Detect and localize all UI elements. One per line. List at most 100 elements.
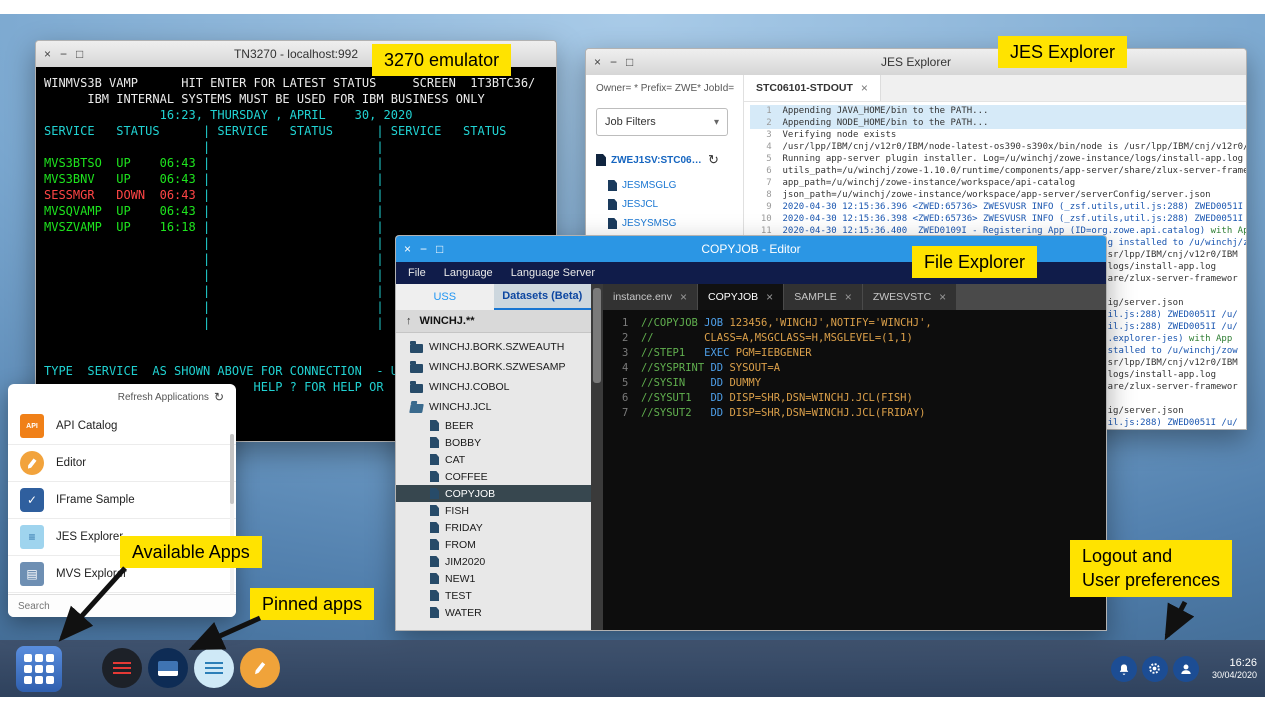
minimize-icon[interactable]: − bbox=[60, 48, 67, 60]
jes-tabstrip: STC06101-STDOUT × bbox=[744, 75, 1246, 102]
pinned-tn3270-icon[interactable] bbox=[102, 648, 142, 688]
tab-datasets[interactable]: Datasets (Beta) bbox=[494, 284, 592, 310]
text-line: 5 Running app-server plugin installer. L… bbox=[750, 153, 1246, 165]
editor-tabstrip: instance.env × COPYJOB × SAMPLE × bbox=[603, 284, 1106, 310]
dataset-filter-row[interactable]: ↑ WINCHJ.** bbox=[396, 310, 591, 333]
folder-icon bbox=[410, 364, 423, 373]
tree-item[interactable]: COFFEE bbox=[396, 468, 591, 485]
jes-output-tab[interactable]: STC06101-STDOUT × bbox=[744, 75, 881, 101]
jes-job-tree: ZWEJ1SV:STC06101 ↻ JESMSGLG bbox=[596, 152, 735, 233]
menu-language[interactable]: Language bbox=[444, 267, 493, 279]
close-icon[interactable]: × bbox=[939, 290, 946, 304]
code-editor[interactable]: 1 //COPYJOB JOB 123456,'WINCHJ',NOTIFY='… bbox=[603, 310, 1106, 630]
jes-titlebar[interactable]: × − □ JES Explorer bbox=[586, 49, 1246, 76]
folder-icon bbox=[430, 590, 439, 601]
text-line: 7 app_path=/u/winchj/zowe-instance/works… bbox=[750, 177, 1246, 189]
spool-file-item[interactable]: JESMSGLG bbox=[596, 176, 735, 195]
tree-item[interactable]: FISH bbox=[396, 502, 591, 519]
jes-tab-label: STC06101-STDOUT bbox=[756, 82, 853, 94]
text-line: SESSMGR DOWN 06:43 | | bbox=[44, 187, 556, 203]
text-line: 16:23, THURSDAY , APRIL 30, 2020 bbox=[44, 107, 556, 123]
tree-scrollbar[interactable] bbox=[591, 284, 603, 630]
text-line: 7 //SYSUT2 DD DISP=SHR,DSN=WINCHJ.JCL(FR… bbox=[603, 406, 1106, 421]
menu-language-server[interactable]: Language Server bbox=[511, 267, 595, 279]
tree-item[interactable]: WATER bbox=[396, 604, 591, 621]
app-list-item[interactable]: ✓ IFrame Sample bbox=[8, 482, 236, 519]
jes-filter-summary: Owner= * Prefix= ZWE* JobId= bbox=[596, 83, 735, 94]
document-icon bbox=[608, 199, 617, 210]
maximize-icon[interactable]: □ bbox=[76, 48, 83, 60]
folder-icon bbox=[430, 607, 439, 618]
close-icon[interactable]: × bbox=[594, 56, 601, 68]
settings-gear-icon[interactable] bbox=[1142, 656, 1168, 682]
tree-item[interactable]: COPYJOB bbox=[396, 485, 591, 502]
app-list-item[interactable]: Editor bbox=[8, 445, 236, 482]
close-icon[interactable]: × bbox=[44, 48, 51, 60]
text-line: MVS3BNV UP 06:43 | | bbox=[44, 171, 556, 187]
annotation-file-explorer: File Explorer bbox=[912, 246, 1037, 278]
editor-tab[interactable]: COPYJOB × bbox=[698, 284, 783, 310]
launcher-scrollbar[interactable] bbox=[230, 434, 234, 594]
text-line: 8 json_path=/u/winchj/zowe-instance/work… bbox=[750, 189, 1246, 201]
tree-item[interactable]: WINCHJ.JCL bbox=[396, 397, 591, 417]
annotation-3270-emulator: 3270 emulator bbox=[372, 44, 511, 76]
tree-item[interactable]: BEER bbox=[396, 417, 591, 434]
refresh-icon[interactable]: ↻ bbox=[708, 152, 719, 168]
tree-item[interactable]: BOBBY bbox=[396, 434, 591, 451]
text-line: 6 //SYSUT1 DD DISP=SHR,DSN=WINCHJ.JCL(FI… bbox=[603, 391, 1106, 406]
text-line: WINMVS3B VAMP HIT ENTER FOR LATEST STATU… bbox=[44, 75, 556, 91]
tree-item[interactable]: TEST bbox=[396, 587, 591, 604]
tree-item[interactable]: FROM bbox=[396, 536, 591, 553]
text-line: 6 utils_path=/u/winchj/zowe-1.10.0/runti… bbox=[750, 165, 1246, 177]
notifications-bell-icon[interactable] bbox=[1111, 656, 1137, 682]
menu-file[interactable]: File bbox=[408, 267, 426, 279]
dataset-tree: WINCHJ.BORK.SZWEAUTH WINCHJ.BORK.SZWESAM… bbox=[396, 333, 591, 630]
refresh-icon[interactable]: ↻ bbox=[214, 390, 224, 404]
job-icon bbox=[596, 154, 606, 166]
editor-tab[interactable]: SAMPLE × bbox=[784, 284, 862, 310]
tree-item[interactable]: NEW1 bbox=[396, 570, 591, 587]
text-line: 10 2020-04-30 12:15:36.398 <ZWED:65736> … bbox=[750, 213, 1246, 225]
maximize-icon[interactable]: □ bbox=[436, 243, 443, 255]
minimize-icon[interactable]: − bbox=[610, 56, 617, 68]
close-icon[interactable]: × bbox=[861, 81, 868, 95]
maximize-icon[interactable]: □ bbox=[626, 56, 633, 68]
tree-item[interactable]: WINCHJ.BORK.SZWESAMP bbox=[396, 357, 591, 377]
up-arrow-icon[interactable]: ↑ bbox=[406, 315, 412, 327]
tree-item[interactable]: WINCHJ.BORK.SZWEAUTH bbox=[396, 337, 591, 357]
spool-file-item[interactable]: JESJCL bbox=[596, 195, 735, 214]
tree-item[interactable]: CAT bbox=[396, 451, 591, 468]
folder-icon bbox=[430, 556, 439, 567]
editor-tab[interactable]: instance.env × bbox=[603, 284, 697, 310]
close-icon[interactable]: × bbox=[766, 290, 773, 304]
tab-uss[interactable]: USS bbox=[396, 284, 494, 310]
tree-item[interactable]: JIM2020 bbox=[396, 553, 591, 570]
tree-item[interactable]: FRIDAY bbox=[396, 519, 591, 536]
job-tree-root[interactable]: ZWEJ1SV:STC06101 ↻ bbox=[596, 152, 735, 168]
app-icon: API bbox=[20, 414, 44, 438]
job-filters-label: Job Filters bbox=[605, 116, 656, 128]
editor-main: instance.env × COPYJOB × SAMPLE × bbox=[603, 284, 1106, 630]
text-line: MVSZVAMP UP 16:18 | | bbox=[44, 219, 556, 235]
page: × − □ TN3270 - localhost:992 WINMVS3B VA… bbox=[0, 0, 1265, 712]
minimize-icon[interactable]: − bbox=[420, 243, 427, 255]
text-line: 2 // CLASS=A,MSGCLASS=H,MSGLEVEL=(1,1) bbox=[603, 331, 1106, 346]
editor-tab[interactable]: ZWESVSTC × bbox=[863, 284, 956, 310]
folder-icon bbox=[430, 420, 439, 431]
start-button[interactable] bbox=[16, 646, 62, 692]
folder-icon bbox=[430, 437, 439, 448]
clock: 16:26 30/04/2020 bbox=[1212, 656, 1257, 682]
scrollbar-thumb[interactable] bbox=[593, 288, 601, 383]
text-line: 1 Appending JAVA_HOME/bin to the PATH... bbox=[750, 105, 1246, 117]
job-filters-dropdown[interactable]: Job Filters ▾ bbox=[596, 108, 728, 136]
close-icon[interactable]: × bbox=[680, 290, 687, 304]
folder-icon bbox=[430, 573, 439, 584]
tree-item[interactable]: WINCHJ.COBOL bbox=[396, 377, 591, 397]
app-list-item[interactable]: API API Catalog bbox=[8, 408, 236, 445]
system-tray: 16:26 30/04/2020 bbox=[1111, 640, 1257, 697]
close-icon[interactable]: × bbox=[845, 290, 852, 304]
user-icon[interactable] bbox=[1173, 656, 1199, 682]
close-icon[interactable]: × bbox=[404, 243, 411, 255]
spool-file-item[interactable]: JESYSMSG bbox=[596, 214, 735, 233]
refresh-applications[interactable]: Refresh Applications ↻ bbox=[8, 384, 236, 408]
